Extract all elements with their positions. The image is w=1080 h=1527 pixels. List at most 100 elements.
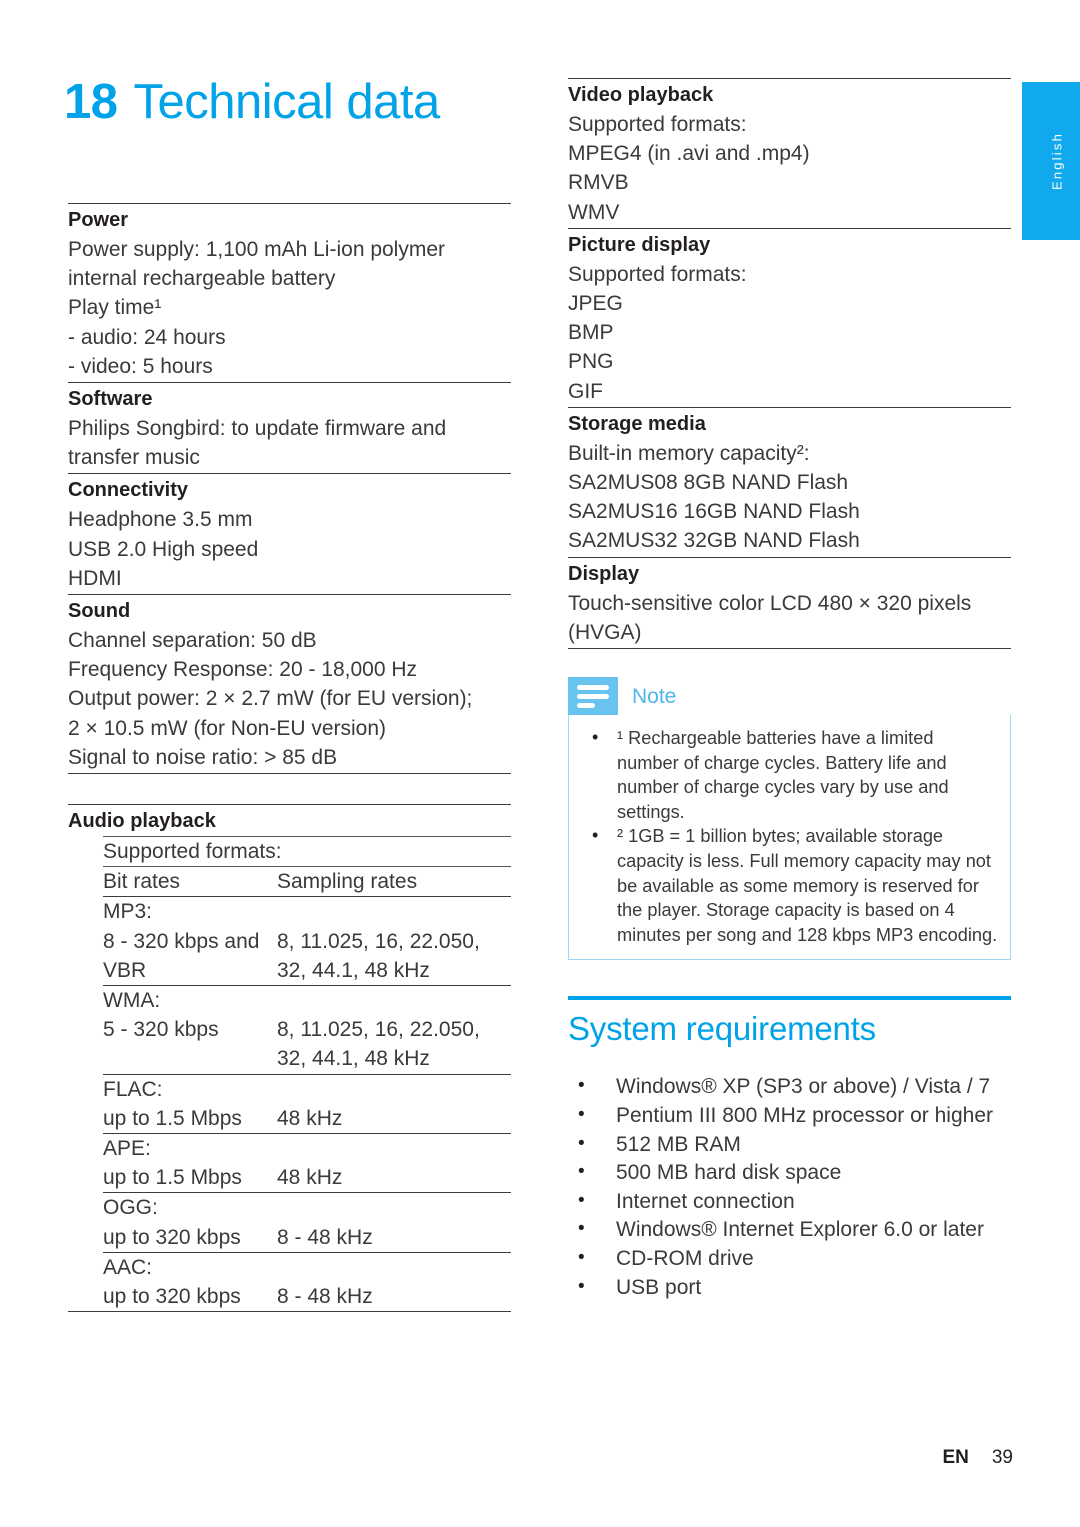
spec-line: SA2MUS16 16GB NAND Flash: [568, 500, 860, 524]
format-label: WMA:: [103, 989, 161, 1013]
section-heading-storage-media: Storage media: [568, 412, 706, 435]
page-title: 18 Technical data: [64, 74, 440, 130]
format-label: APE:: [103, 1137, 151, 1161]
table-row: AAC: up to 320 kbps 8 - 48 kHz: [103, 1253, 511, 1311]
spec-line: Signal to noise ratio: > 85 dB: [68, 745, 338, 769]
format-label: OGG:: [103, 1196, 158, 1220]
sampling-value: 48 kHz: [277, 1106, 343, 1130]
column-header-bit-rates: Bit rates: [103, 870, 181, 894]
table-row: FLAC: up to 1.5 Mbps 48 kHz: [103, 1075, 511, 1133]
chapter-title: Technical data: [133, 75, 441, 129]
table-row: APE: up to 1.5 Mbps 48 kHz: [103, 1134, 511, 1192]
chapter-number: 18: [64, 75, 118, 129]
bitrate-value: 5 - 320 kbps: [103, 1018, 219, 1042]
audio-playback-table: Supported formats: Bit rates Sampling ra…: [103, 836, 511, 1311]
spec-line: - video: 5 hours: [68, 354, 213, 378]
language-tab: English: [1022, 82, 1080, 240]
sampling-value: 32, 44.1, 48 kHz: [277, 1047, 430, 1071]
section-heading-connectivity: Connectivity: [68, 479, 189, 502]
table-header-row: Bit rates Sampling rates: [103, 867, 511, 896]
sampling-value: 8, 11.025, 16, 22.050,: [277, 1018, 480, 1042]
spec-line: GIF: [568, 379, 603, 403]
note-item: ¹ Rechargeable batteries have a limited …: [583, 725, 998, 824]
spec-section-display: Display Touch-sensitive color LCD 480 × …: [568, 556, 1011, 648]
spec-line: transfer music: [68, 446, 200, 470]
spec-line: Built-in memory capacity²:: [568, 441, 810, 465]
system-requirements-section: System requirements Windows® XP (SP3 or …: [568, 996, 1011, 1302]
spec-line: Touch-sensitive color LCD 480 × 320 pixe…: [568, 591, 972, 615]
sampling-value: 48 kHz: [277, 1166, 343, 1190]
spec-line: 2 × 10.5 mW (for Non-EU version): [68, 716, 387, 740]
spec-line: Supported formats:: [568, 113, 747, 136]
note-body: ¹ Rechargeable batteries have a limited …: [568, 715, 1011, 961]
spec-line: SA2MUS32 32GB NAND Flash: [568, 529, 860, 553]
spec-line: HDMI: [68, 566, 122, 590]
format-label: AAC:: [103, 1255, 153, 1279]
spec-line: - audio: 24 hours: [68, 325, 226, 349]
table-row: WMA: 5 - 320 kbps 8, 11.025, 16, 22.050,…: [103, 986, 511, 1074]
format-label: FLAC:: [103, 1077, 163, 1101]
bitrate-value: up to 1.5 Mbps: [103, 1166, 242, 1190]
spec-line: RMVB: [568, 171, 629, 195]
spec-line: (HVGA): [568, 620, 642, 644]
format-label: MP3:: [103, 900, 153, 924]
spec-line: PNG: [568, 350, 614, 374]
left-column: Power Power supply: 1,100 mAh Li-ion pol…: [68, 203, 511, 1313]
list-item: Pentium III 800 MHz processor or higher: [568, 1101, 1011, 1131]
bitrate-value: up to 320 kbps: [103, 1225, 241, 1249]
footer-language-code: EN: [942, 1447, 969, 1468]
spec-line: Power supply: 1,100 mAh Li-ion polymer: [68, 238, 446, 261]
table-subheading: Supported formats:: [103, 840, 282, 864]
list-item: 500 MB hard disk space: [568, 1158, 1011, 1188]
footer-page-number: 39: [991, 1447, 1013, 1468]
spec-line: JPEG: [568, 292, 623, 316]
spec-section-power: Power Power supply: 1,100 mAh Li-ion pol…: [68, 203, 511, 382]
section-divider: [568, 648, 1011, 650]
sampling-value: 8, 11.025, 16, 22.050,: [277, 929, 480, 953]
note-icon: [568, 677, 618, 716]
system-requirements-title: System requirements: [568, 1010, 876, 1048]
section-heading-picture-display: Picture display: [568, 233, 711, 256]
section-heading-power: Power: [68, 209, 129, 231]
spec-line: Output power: 2 × 2.7 mW (for EU version…: [68, 687, 473, 711]
sampling-value: 32, 44.1, 48 kHz: [277, 958, 430, 982]
note-header: Note: [568, 677, 1011, 716]
spec-line: Philips Songbird: to update firmware and: [68, 417, 447, 441]
note-item: ² 1GB = 1 billion bytes; available stora…: [583, 823, 998, 947]
list-item: Windows® XP (SP3 or above) / Vista / 7: [568, 1072, 1011, 1102]
spec-line: MPEG4 (in .avi and .mp4): [568, 142, 810, 166]
list-item: CD-ROM drive: [568, 1244, 1011, 1274]
spec-section-picture-display: Picture display Supported formats: JPEG …: [568, 227, 1011, 407]
bitrate-value: VBR: [103, 958, 147, 982]
spec-line: BMP: [568, 321, 614, 345]
spec-line: Supported formats:: [568, 262, 747, 286]
section-heading-sound: Sound: [68, 600, 131, 623]
spec-line: Headphone 3.5 mm: [68, 508, 253, 532]
spec-line: internal rechargeable battery: [68, 267, 336, 291]
spec-section-storage-media: Storage media Built-in memory capacity²:…: [568, 406, 1011, 557]
list-item: Windows® Internet Explorer 6.0 or later: [568, 1215, 1011, 1245]
section-heading-display: Display: [568, 562, 640, 585]
note-title: Note: [632, 684, 677, 708]
spec-section-video-playback: Video playback Supported formats: MPEG4 …: [568, 78, 1011, 228]
language-tab-label: English: [1049, 131, 1065, 191]
sampling-value: 8 - 48 kHz: [277, 1285, 373, 1309]
list-item: 512 MB RAM: [568, 1130, 1011, 1160]
spec-line: Play time¹: [68, 296, 162, 320]
spec-section-sound: Sound Channel separation: 50 dB Frequenc…: [68, 594, 511, 773]
list-item: Internet connection: [568, 1187, 1011, 1217]
spec-section-software: Software Philips Songbird: to update fir…: [68, 382, 511, 473]
system-requirements-list: Windows® XP (SP3 or above) / Vista / 7 P…: [568, 1072, 1011, 1302]
section-heading-audio-playback: Audio playback: [68, 810, 216, 833]
spec-line: USB 2.0 High speed: [68, 537, 259, 561]
page-footer: EN 39: [0, 1447, 1013, 1469]
table-row: MP3: 8 - 320 kbps and VBR 8, 11.025, 16,…: [103, 897, 511, 985]
spec-section-connectivity: Connectivity Headphone 3.5 mm USB 2.0 Hi…: [68, 473, 511, 594]
sampling-value: 8 - 48 kHz: [277, 1225, 373, 1249]
spec-line: Channel separation: 50 dB: [68, 629, 317, 653]
table-row: OGG: up to 320 kbps 8 - 48 kHz: [103, 1193, 511, 1251]
right-column: Video playback Supported formats: MPEG4 …: [568, 78, 1011, 1302]
spec-line: Frequency Response: 20 - 18,000 Hz: [68, 658, 418, 682]
section-heading-video-playback: Video playback: [568, 84, 714, 106]
